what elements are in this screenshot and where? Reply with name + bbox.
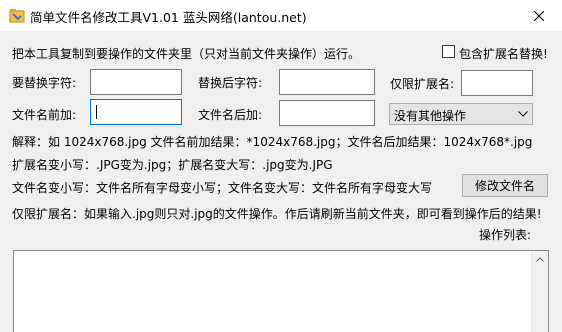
operation-list[interactable]	[13, 250, 549, 332]
include-extension-checkbox[interactable]	[442, 45, 455, 58]
operation-select[interactable]: 没有其他操作	[389, 103, 533, 125]
operation-select-value: 没有其他操作	[394, 109, 467, 123]
include-extension-label: 包含扩展名替换!	[459, 47, 548, 61]
prefix-label: 文件名前加:	[12, 108, 77, 122]
scroll-up-arrow-icon[interactable]	[536, 257, 544, 262]
text-caret	[96, 105, 97, 119]
help-line-2: 扩展名变小写：.JPG变为.jpg；扩展名变大写：.jpg变为.JPG	[12, 158, 333, 172]
help-line-1: 解释：如 1024x768.jpg 文件名前加结果：*1024x768.jpg；…	[12, 135, 533, 149]
app-icon	[9, 9, 25, 23]
replace-label: 要替换字符:	[12, 76, 77, 90]
ext-only-label: 仅限扩展名:	[390, 77, 455, 91]
replace-after-label: 替换后字符:	[198, 76, 263, 90]
rename-button-label: 修改文件名	[474, 179, 535, 193]
ext-only-input[interactable]	[461, 70, 533, 96]
prefix-input[interactable]	[90, 99, 182, 125]
suffix-label: 文件名后加:	[198, 108, 263, 122]
help-line-3: 文件名变小写：文件名所有字母变小写；文件名变大写：文件名所有字母变大写	[12, 181, 433, 195]
chevron-down-icon	[518, 111, 528, 117]
title-bar: 简单文件名修改工具V1.01 蓝头网络(lantou.net)	[0, 0, 562, 31]
app-window: 简单文件名修改工具V1.01 蓝头网络(lantou.net) 把本工具复制到要…	[0, 0, 562, 332]
help-line-4: 仅限扩展名：如果输入.jpg则只对.jpg的文件操作。作后请刷新当前文件夹，即可…	[12, 207, 542, 221]
replace-after-input[interactable]	[279, 69, 375, 95]
close-icon	[534, 10, 544, 21]
suffix-input[interactable]	[279, 100, 375, 126]
replace-input[interactable]	[90, 69, 182, 95]
window-title: 简单文件名修改工具V1.01 蓝头网络(lantou.net)	[30, 10, 307, 25]
close-button[interactable]	[516, 0, 562, 31]
operation-list-scrollbar[interactable]	[531, 251, 548, 332]
rename-button[interactable]: 修改文件名	[462, 174, 548, 197]
intro-text: 把本工具复制到要操作的文件夹里（只对当前文件夹操作）运行。	[12, 47, 361, 61]
operation-list-label: 操作列表:	[479, 228, 532, 242]
